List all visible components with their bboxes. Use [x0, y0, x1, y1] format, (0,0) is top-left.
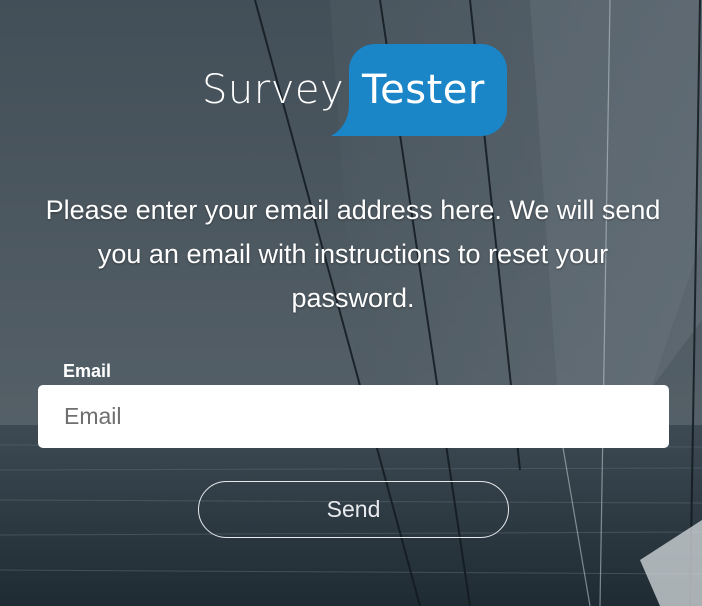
logo-word-survey: Survey — [202, 67, 345, 113]
survey-tester-logo: Survey Tester — [0, 44, 702, 136]
email-label: Email — [63, 361, 112, 381]
reset-instructions: Please enter your email address here. We… — [45, 195, 661, 313]
email-input[interactable] — [38, 385, 669, 448]
send-button[interactable]: Send — [198, 481, 509, 538]
logo-word-tester: Tester — [362, 67, 485, 113]
